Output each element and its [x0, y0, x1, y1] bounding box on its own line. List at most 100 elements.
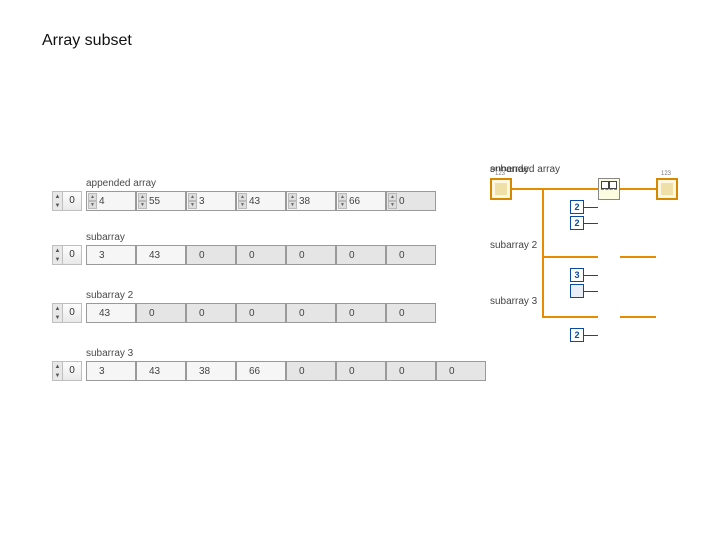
wire — [512, 188, 544, 190]
array-cell[interactable]: 66 — [236, 361, 286, 381]
array-cell[interactable]: 0 — [186, 245, 236, 265]
array-row: ▲▼034338660000 — [52, 361, 486, 381]
subarray-terminal-3[interactable]: 123 — [656, 178, 678, 200]
array-cell[interactable]: ▲▼38 — [286, 191, 336, 211]
array-index-value: 0 — [63, 304, 81, 322]
array-control: subarray 2▲▼043000000 — [52, 290, 436, 323]
array-cell[interactable]: 0 — [136, 303, 186, 323]
spinner-down-icon[interactable]: ▼ — [53, 255, 62, 264]
array-cell[interactable]: 0 — [336, 245, 386, 265]
wire — [620, 316, 656, 318]
spinner-down-icon[interactable]: ▼ — [53, 313, 62, 322]
array-cell[interactable]: ▲▼0 — [386, 191, 436, 211]
array-index-value: 0 — [63, 246, 81, 264]
array-index-spinner[interactable]: ▲▼0 — [52, 191, 82, 211]
array-cell[interactable]: 0 — [386, 303, 436, 323]
cell-spinner-down-icon[interactable]: ▼ — [188, 201, 197, 209]
array-cell-value: 0 — [299, 366, 305, 377]
array-cell[interactable]: 0 — [386, 245, 436, 265]
cell-spinner-up-icon[interactable]: ▲ — [288, 193, 297, 201]
length-constant-1[interactable]: 2 — [570, 216, 584, 230]
array-cell[interactable]: 43 — [136, 361, 186, 381]
array-cell-value: 0 — [449, 366, 455, 377]
array-cell-value: 0 — [349, 366, 355, 377]
array-cell-value: 3 — [199, 196, 205, 207]
array-cells: ▲▼4▲▼55▲▼3▲▼43▲▼38▲▼66▲▼0 — [86, 191, 436, 211]
array-cell[interactable]: ▲▼55 — [136, 191, 186, 211]
array-cell-value: 43 — [249, 196, 260, 207]
array-cell[interactable]: 43 — [136, 245, 186, 265]
array-cell[interactable]: 38 — [186, 361, 236, 381]
array-cell-value: 0 — [149, 308, 155, 319]
array-cell-value: 0 — [399, 250, 405, 261]
spinner-up-icon[interactable]: ▲ — [53, 362, 62, 371]
bd-label-sub3: subarray 3 — [490, 296, 537, 307]
array-cell-value: 0 — [349, 250, 355, 261]
array-cell-value: 38 — [199, 366, 210, 377]
array-cell-value: 3 — [99, 250, 105, 261]
array-cell-value: 55 — [149, 196, 160, 207]
array-cell[interactable]: 0 — [386, 361, 436, 381]
array-index-spinner[interactable]: ▲▼0 — [52, 245, 82, 265]
array-cell[interactable]: 0 — [236, 303, 286, 323]
array-cell[interactable]: ▲▼43 — [236, 191, 286, 211]
index-constant-1[interactable]: 2 — [570, 200, 584, 214]
cell-spinner-up-icon[interactable]: ▲ — [188, 193, 197, 201]
array-index-spinner[interactable]: ▲▼0 — [52, 303, 82, 323]
cell-spinner-up-icon[interactable]: ▲ — [388, 193, 397, 201]
array-cell[interactable]: 0 — [336, 303, 386, 323]
wire — [584, 207, 598, 208]
spinner-up-icon[interactable]: ▲ — [53, 246, 62, 255]
array-cell[interactable]: 0 — [186, 303, 236, 323]
array-subset-node-3[interactable] — [598, 178, 620, 200]
cell-spinner-down-icon[interactable]: ▼ — [288, 201, 297, 209]
array-cell[interactable]: 3 — [86, 361, 136, 381]
array-cell[interactable]: ▲▼66 — [336, 191, 386, 211]
array-cell-value: 66 — [349, 196, 360, 207]
array-label: subarray 2 — [86, 290, 436, 301]
wire — [620, 188, 656, 190]
spinner-down-icon[interactable]: ▼ — [53, 371, 62, 380]
array-cells: 343 38 66 0 0 0 0 — [86, 361, 486, 381]
array-cell-value: 0 — [249, 308, 255, 319]
array-cells: 43 0 0 0 0 0 0 — [86, 303, 436, 323]
wire — [542, 188, 544, 318]
array-cell-value: 43 — [99, 308, 110, 319]
array-cell[interactable]: ▲▼3 — [186, 191, 236, 211]
array-cell[interactable]: 43 — [86, 303, 136, 323]
array-index-value: 0 — [63, 362, 81, 380]
cell-spinner-down-icon[interactable]: ▼ — [338, 201, 347, 209]
cell-spinner-up-icon[interactable]: ▲ — [338, 193, 347, 201]
array-cell[interactable]: 3 — [86, 245, 136, 265]
array-cell[interactable]: 0 — [336, 361, 386, 381]
spinner-up-icon[interactable]: ▲ — [53, 192, 62, 201]
array-cell-value: 66 — [249, 366, 260, 377]
array-cell[interactable]: 0 — [436, 361, 486, 381]
cell-spinner-down-icon[interactable]: ▼ — [238, 201, 247, 209]
cell-spinner-up-icon[interactable]: ▲ — [238, 193, 247, 201]
cell-spinner-up-icon[interactable]: ▲ — [138, 193, 147, 201]
index-constant-2[interactable]: 3 — [570, 268, 584, 282]
array-cell[interactable]: 0 — [286, 361, 336, 381]
array-cell[interactable]: 0 — [286, 245, 336, 265]
array-control: subarray▲▼034300000 — [52, 232, 436, 265]
cell-spinner-down-icon[interactable]: ▼ — [88, 201, 97, 209]
array-cell[interactable]: 0 — [236, 245, 286, 265]
array-cell-value: 0 — [349, 308, 355, 319]
bd-label-sub2: subarray 2 — [490, 240, 537, 251]
wire — [584, 275, 598, 276]
block-diagram: appended array subarray subarray 2 subar… — [490, 178, 710, 378]
cell-spinner-down-icon[interactable]: ▼ — [388, 201, 397, 209]
spinner-up-icon[interactable]: ▲ — [53, 304, 62, 313]
index-constant-3[interactable]: 2 — [570, 328, 584, 342]
cell-spinner-up-icon[interactable]: ▲ — [88, 193, 97, 201]
array-cells: 34300000 — [86, 245, 436, 265]
cell-spinner-down-icon[interactable]: ▼ — [138, 201, 147, 209]
length-constant-2[interactable] — [570, 284, 584, 298]
spinner-down-icon[interactable]: ▼ — [53, 201, 62, 210]
appended-array-terminal[interactable]: 123 — [490, 178, 512, 200]
array-cell[interactable]: 0 — [286, 303, 336, 323]
array-cell-value: 0 — [399, 308, 405, 319]
array-index-spinner[interactable]: ▲▼0 — [52, 361, 82, 381]
array-cell[interactable]: ▲▼4 — [86, 191, 136, 211]
